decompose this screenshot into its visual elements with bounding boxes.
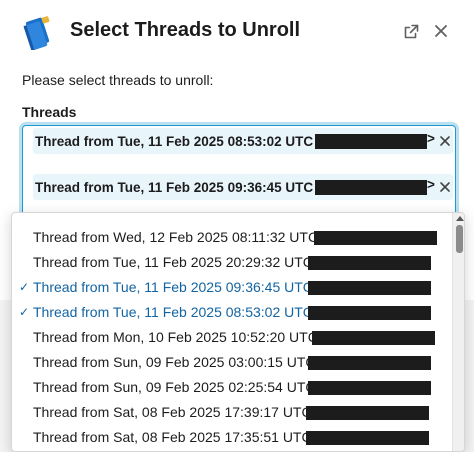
option-label: Thread from Tue, 11 Feb 2025 09:36:45 UT… (33, 279, 313, 295)
option-label: Thread from Tue, 11 Feb 2025 08:53:02 UT… (33, 304, 313, 320)
chip-label: Thread from Tue, 11 Feb 2025 09:36:45 UT… (35, 179, 325, 195)
modal-header: Select Threads to Unroll (0, 0, 474, 64)
redacted-block (315, 180, 427, 195)
option-label: Thread from Sat, 08 Feb 2025 17:39:17 UT… (33, 404, 312, 420)
remove-x-icon[interactable] (437, 133, 453, 149)
modal-title: Select Threads to Unroll (70, 19, 301, 41)
checkmark-icon: ✓ (19, 305, 30, 319)
thread-option[interactable]: Thread from Sun, 09 Feb 2025 03:00:15 UT… (12, 350, 450, 375)
thread-option-selected[interactable]: ✓ Thread from Tue, 11 Feb 2025 08:53:02 … (12, 300, 450, 325)
redacted-block (308, 356, 431, 370)
redacted-block (306, 431, 429, 445)
chip-suffix: > (427, 131, 435, 146)
close-icon[interactable] (430, 20, 452, 42)
redacted-block (308, 381, 431, 395)
chip-suffix: > (427, 177, 435, 192)
option-label: Thread from Sun, 09 Feb 2025 03:00:15 UT… (33, 354, 316, 370)
redacted-block (308, 281, 431, 295)
redacted-block (314, 231, 437, 245)
option-label: Thread from Wed, 12 Feb 2025 08:11:32 UT… (33, 229, 319, 245)
redacted-block (306, 406, 429, 420)
threads-multi-select[interactable]: Thread from Tue, 11 Feb 2025 08:53:02 UT… (22, 125, 456, 215)
redacted-block (308, 306, 431, 320)
thread-option[interactable]: Thread from Sun, 09 Feb 2025 02:25:54 UT… (12, 375, 450, 400)
threads-dropdown-list: Thread from Wed, 12 Feb 2025 08:11:32 UT… (11, 212, 465, 452)
thread-option[interactable]: Thread from Wed, 12 Feb 2025 08:11:32 UT… (12, 225, 450, 250)
chip-label: Thread from Tue, 11 Feb 2025 08:53:02 UT… (35, 133, 325, 149)
checkmark-icon: ✓ (19, 280, 30, 294)
thread-option[interactable]: Thread from Sat, 08 Feb 2025 17:35:51 UT… (12, 425, 450, 450)
option-label: Thread from Tue, 11 Feb 2025 20:29:32 UT… (33, 254, 313, 270)
scrollbar-thumb[interactable] (456, 225, 463, 253)
thread-option-selected[interactable]: ✓ Thread from Tue, 11 Feb 2025 09:36:45 … (12, 275, 450, 300)
option-label: Thread from Sat, 08 Feb 2025 17:35:51 UT… (33, 429, 312, 445)
modal-prompt: Please select threads to unroll: (22, 72, 214, 88)
dropdown-scrollbar[interactable] (452, 213, 464, 451)
thread-option[interactable]: Thread from Mon, 10 Feb 2025 10:52:20 UT… (12, 325, 450, 350)
redacted-block (312, 331, 435, 345)
open-in-new-window-icon[interactable] (400, 20, 422, 42)
selected-thread-chip: Thread from Tue, 11 Feb 2025 09:36:45 UT… (33, 174, 453, 200)
selected-thread-chip: Thread from Tue, 11 Feb 2025 08:53:02 UT… (33, 128, 453, 154)
thread-option[interactable]: Thread from Tue, 11 Feb 2025 20:29:32 UT… (12, 250, 450, 275)
screen: Select Threads to Unroll Please select t… (0, 0, 474, 452)
scroll-up-arrow-icon[interactable] (456, 216, 464, 221)
thread-option[interactable]: Thread from Sat, 08 Feb 2025 17:39:17 UT… (12, 400, 450, 425)
redacted-block (315, 134, 427, 149)
remove-x-icon[interactable] (437, 179, 453, 195)
option-label: Thread from Sun, 09 Feb 2025 02:25:54 UT… (33, 379, 316, 395)
redacted-block (308, 256, 431, 270)
option-label: Thread from Mon, 10 Feb 2025 10:52:20 UT… (33, 329, 318, 345)
threads-label: Threads (22, 104, 77, 120)
blue-books-icon (20, 14, 56, 51)
